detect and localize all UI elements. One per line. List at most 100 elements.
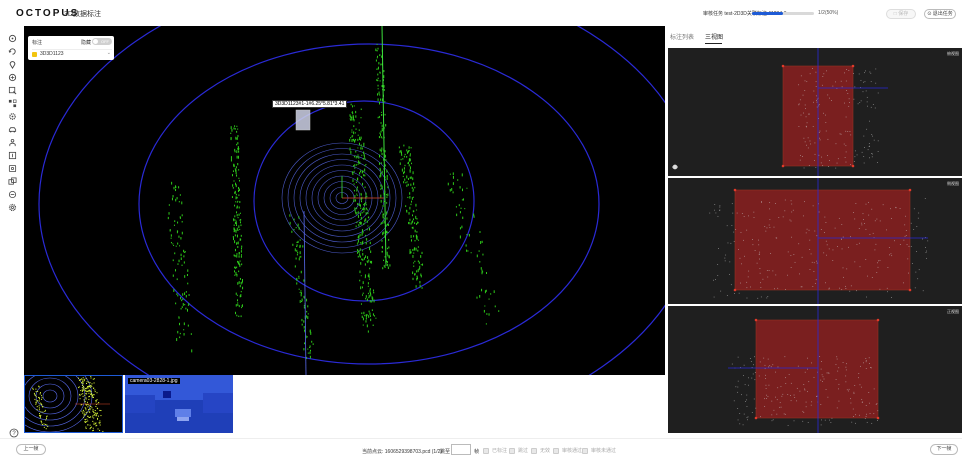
point xyxy=(239,277,241,280)
help-icon[interactable]: ? xyxy=(9,425,19,438)
prev-frame-button[interactable]: 上一帧 xyxy=(16,444,46,455)
point xyxy=(362,258,364,261)
car-tool-icon[interactable] xyxy=(8,121,17,133)
rotate-tool-icon[interactable] xyxy=(8,43,17,55)
point xyxy=(365,212,367,216)
check-invalid[interactable]: 无效 xyxy=(531,447,550,454)
checkbox[interactable] xyxy=(483,447,489,454)
point xyxy=(731,203,733,205)
point xyxy=(359,270,361,274)
camera-thumbnail[interactable]: camera03-2828-1.jpg xyxy=(125,375,233,433)
search-tool-icon[interactable] xyxy=(8,160,17,173)
checkbox[interactable] xyxy=(582,447,588,454)
point xyxy=(355,110,357,114)
point xyxy=(800,286,802,288)
front-view[interactable]: 正视图 xyxy=(668,306,962,433)
point xyxy=(910,222,912,224)
point xyxy=(188,294,190,296)
point xyxy=(352,112,354,115)
point-cloud-viewport[interactable]: 标注 隐藏 OFF 3D3D1123 ⌄ 3D3D1123#1-1#6.25*5… xyxy=(24,26,665,375)
front-view-canvas[interactable] xyxy=(668,306,962,433)
side-view[interactable]: 侧视图 xyxy=(668,178,962,304)
pointer-tool-icon[interactable] xyxy=(8,30,17,43)
point xyxy=(238,150,240,153)
check-review-fail[interactable]: 审核未通过 xyxy=(582,447,616,454)
point xyxy=(85,421,87,423)
box-handle xyxy=(908,288,912,292)
check-review-pass[interactable]: 审核通过 xyxy=(553,447,582,454)
point xyxy=(737,391,739,393)
check-annotated[interactable]: 已标注 xyxy=(483,447,507,454)
top-view-label: 俯视图 xyxy=(947,51,959,56)
point xyxy=(750,286,751,288)
point xyxy=(820,368,822,370)
point xyxy=(83,389,85,391)
hand-icon[interactable] xyxy=(673,164,689,170)
point xyxy=(850,164,852,165)
top-view-canvas[interactable] xyxy=(668,48,962,176)
point xyxy=(35,403,37,405)
point xyxy=(406,155,408,158)
checkbox[interactable] xyxy=(531,447,537,454)
camera-label: camera03-2828-1.jpg xyxy=(128,378,180,384)
point xyxy=(408,222,410,224)
point xyxy=(79,395,81,397)
hide-toggle[interactable]: OFF xyxy=(92,38,112,45)
point xyxy=(825,282,826,284)
point xyxy=(412,188,414,191)
point xyxy=(33,392,35,394)
point xyxy=(785,289,786,290)
side-view-canvas[interactable] xyxy=(668,178,962,304)
point xyxy=(887,291,888,293)
point xyxy=(95,415,97,417)
point xyxy=(360,207,362,209)
point xyxy=(37,400,39,402)
point xyxy=(414,186,416,189)
label-item[interactable]: 3D3D1123 ⌄ xyxy=(32,49,112,57)
chevron-down-icon[interactable]: ⌄ xyxy=(107,50,111,56)
point xyxy=(35,400,37,402)
checkbox[interactable] xyxy=(553,447,559,454)
point xyxy=(726,225,728,227)
point xyxy=(172,259,174,262)
point xyxy=(865,368,867,369)
point xyxy=(175,188,177,192)
point xyxy=(177,221,179,224)
point xyxy=(768,384,770,386)
multi-select-tool-icon[interactable] xyxy=(8,95,17,108)
save-button[interactable]: □ 保存 xyxy=(886,9,916,19)
tab-annotation-list[interactable]: 标注列表 xyxy=(670,32,694,41)
point xyxy=(821,84,823,86)
jump-frame-input[interactable] xyxy=(451,444,471,455)
copy-tool-icon[interactable] xyxy=(8,173,17,185)
config-tool-icon[interactable] xyxy=(8,199,17,212)
eye-icon[interactable] xyxy=(672,164,700,170)
person-tool-icon[interactable] xyxy=(8,134,17,147)
next-frame-button[interactable]: 下一帧 xyxy=(930,444,958,455)
point xyxy=(870,72,872,74)
point xyxy=(100,410,102,412)
reset-view-tool-icon[interactable] xyxy=(8,186,17,199)
frame-tool-icon[interactable] xyxy=(8,147,17,160)
point xyxy=(377,66,379,69)
point xyxy=(178,186,180,189)
point-cloud-canvas[interactable] xyxy=(24,26,665,375)
tab-three-views[interactable]: 三视图 xyxy=(705,32,723,41)
top-view[interactable]: 俯视图 xyxy=(668,48,962,176)
box-select-tool-icon[interactable] xyxy=(8,82,17,95)
settings-tool-icon[interactable] xyxy=(8,108,17,120)
point xyxy=(373,291,375,294)
point xyxy=(386,169,388,173)
check-skipped[interactable]: 跳过 xyxy=(509,447,528,454)
location-tool-icon[interactable] xyxy=(8,56,17,69)
point xyxy=(183,329,185,331)
checkbox[interactable] xyxy=(509,447,515,454)
point xyxy=(357,215,359,218)
exit-task-button[interactable]: ⊙ 退出任务 xyxy=(924,9,956,19)
add-point-tool-icon[interactable] xyxy=(8,69,17,82)
point-cloud-thumbnail[interactable] xyxy=(24,375,123,433)
footer: 上一帧 当前点云: 1606529398703.pcd (1/2) 跳至 帧 已… xyxy=(0,438,962,459)
point xyxy=(826,372,828,374)
point xyxy=(355,181,357,183)
point xyxy=(231,196,233,198)
